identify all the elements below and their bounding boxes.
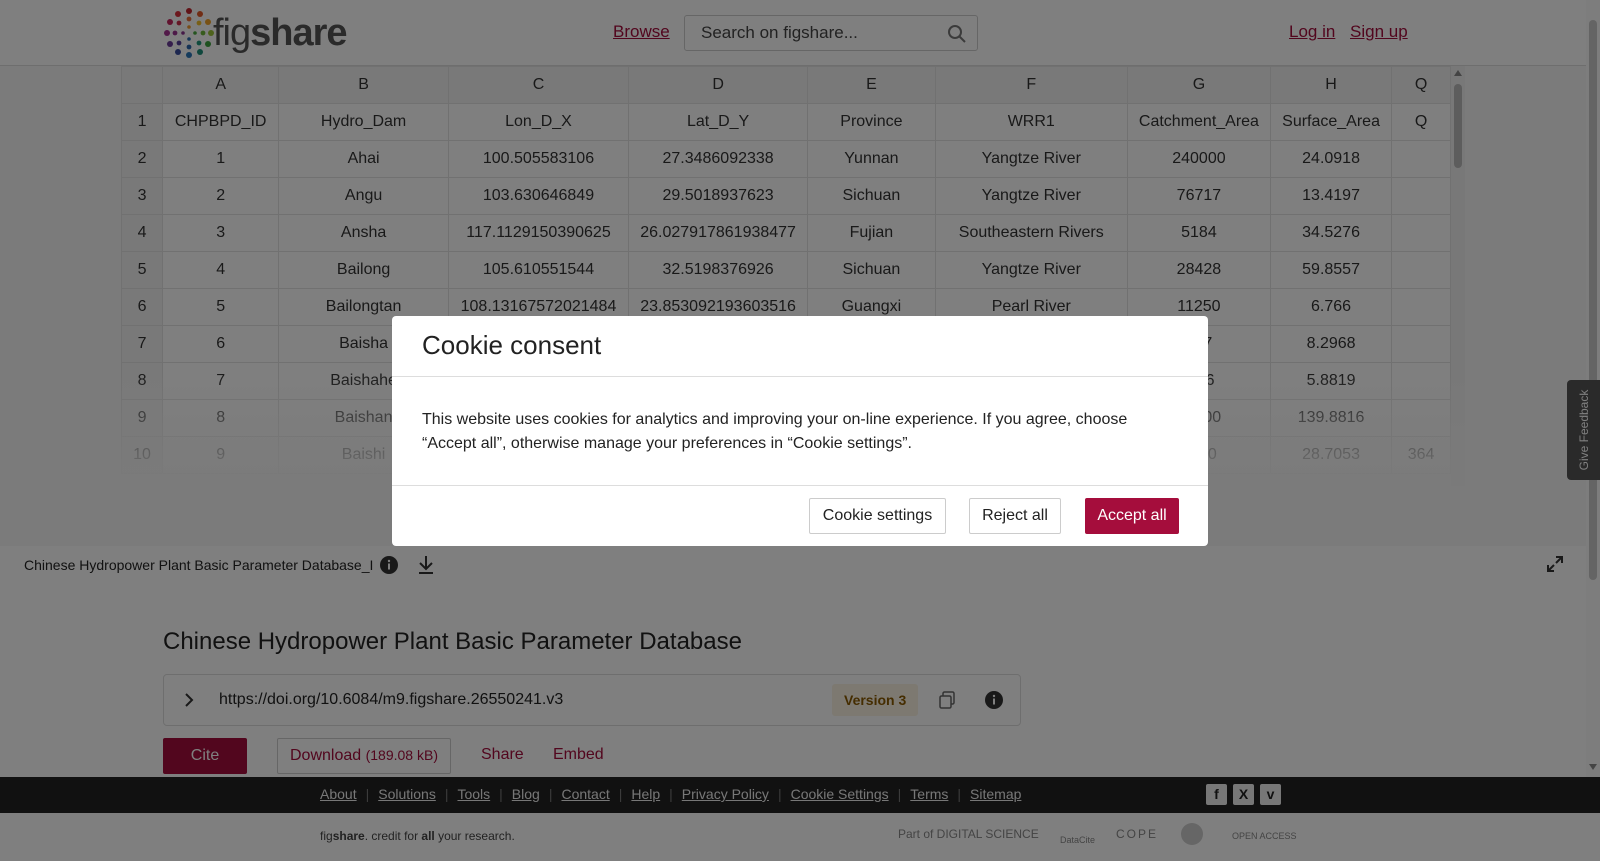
cookie-dialog-body: This website uses cookies for analytics … — [422, 411, 1128, 452]
cookie-consent-dialog: Cookie consent This website uses cookies… — [392, 316, 1208, 546]
accept-all-button[interactable]: Accept all — [1085, 498, 1179, 534]
cookie-dialog-title: Cookie consent — [422, 330, 602, 360]
reject-all-button[interactable]: Reject all — [969, 498, 1061, 534]
divider — [392, 376, 1208, 377]
cookie-settings-button[interactable]: Cookie settings — [809, 498, 946, 534]
divider — [392, 485, 1208, 486]
